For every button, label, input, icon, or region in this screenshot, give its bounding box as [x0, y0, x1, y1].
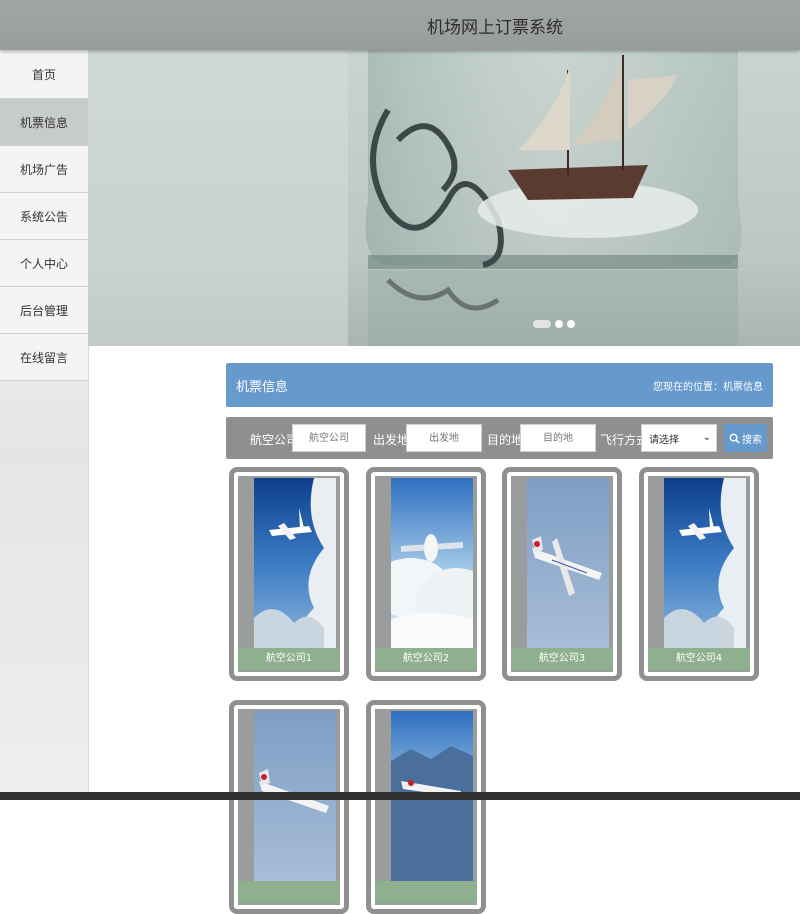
air-china-plane-image [527, 478, 609, 650]
bottom-bar [0, 792, 800, 800]
sidebar-item-admin[interactable]: 后台管理 [0, 287, 88, 334]
airline-label: 航空公司 [250, 433, 299, 447]
breadcrumb: 您现在的位置：机票信息 [653, 382, 763, 393]
search-bar: 航空公司 出发地 目的地 飞行方式 请选择 ⌄ 搜索 [226, 417, 773, 459]
flight-type-select[interactable]: 请选择 ⌄ [641, 424, 717, 452]
sidebar-item-tickets[interactable]: 机票信息 [0, 99, 88, 146]
airline-card-2[interactable]: 航空公司2 [366, 467, 486, 681]
card-caption: 航空公司1 [238, 648, 340, 670]
airline-card-4[interactable]: 航空公司4 [639, 467, 759, 681]
plane-above-clouds-image [391, 478, 473, 650]
banner-carousel[interactable] [88, 50, 800, 346]
card-caption: 航空公司3 [511, 648, 613, 670]
sidebar-item-home[interactable]: 首页 [0, 50, 88, 99]
carousel-dot-1[interactable] [533, 320, 551, 328]
card-caption [238, 881, 340, 903]
top-header: 机场网上订票系统 [0, 0, 800, 50]
airline-input[interactable] [292, 424, 366, 452]
destination-input[interactable] [520, 424, 596, 452]
plane-over-clouds-image [254, 478, 336, 650]
card-caption: 航空公司2 [375, 648, 477, 670]
section-header: 机票信息 您现在的位置：机票信息 [226, 363, 773, 407]
departure-input[interactable] [406, 424, 482, 452]
carousel-dot-2[interactable] [555, 320, 563, 328]
sidebar-item-announcements[interactable]: 系统公告 [0, 193, 88, 240]
site-title: 机场网上订票系统 [427, 18, 563, 38]
section-title: 机票信息 [236, 380, 289, 395]
card-caption [375, 881, 477, 903]
search-button-label: 搜索 [742, 434, 762, 446]
departure-label: 出发地 [373, 433, 410, 447]
search-icon [729, 433, 740, 444]
sidebar-item-profile[interactable]: 个人中心 [0, 240, 88, 287]
airline-card-6[interactable] [366, 700, 486, 914]
card-caption: 航空公司4 [648, 648, 750, 670]
carousel-indicators [533, 320, 575, 328]
carousel-dot-3[interactable] [567, 320, 575, 328]
sidebar-nav: 首页 机票信息 机场广告 系统公告 个人中心 后台管理 在线留言 [0, 50, 89, 792]
sidebar-item-airport-ads[interactable]: 机场广告 [0, 146, 88, 193]
airline-card-1[interactable]: 航空公司1 [229, 467, 349, 681]
destination-label: 目的地 [487, 433, 524, 447]
chevron-down-icon: ⌄ [702, 432, 711, 443]
banner-image [88, 50, 800, 346]
search-button[interactable]: 搜索 [724, 424, 767, 452]
airline-card-3[interactable]: 航空公司3 [502, 467, 622, 681]
flight-type-value: 请选择 [649, 434, 679, 446]
sidebar-item-messages[interactable]: 在线留言 [0, 334, 88, 381]
airline-card-5[interactable] [229, 700, 349, 914]
plane-over-clouds-image [664, 478, 746, 650]
